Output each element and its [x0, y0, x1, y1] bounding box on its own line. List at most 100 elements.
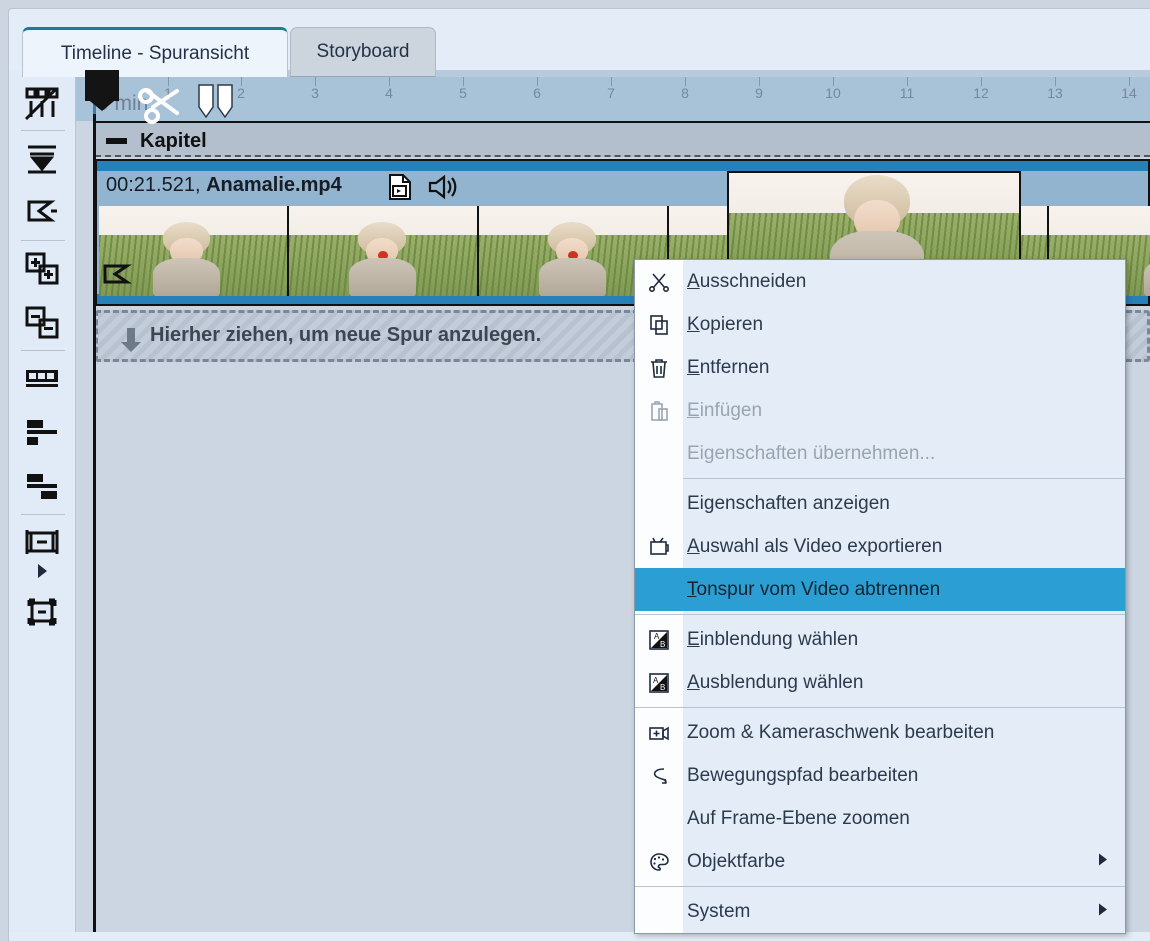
menu-item-label: Ausschneiden: [687, 270, 807, 292]
menu-item-label: Eigenschaften anzeigen: [687, 492, 890, 514]
menu-item-label: Bewegungspfad bearbeiten: [687, 764, 919, 786]
ruler-tick-label: 2: [237, 85, 245, 101]
tool-filmstrip[interactable]: [9, 351, 75, 405]
tab-timeline-label: Timeline - Spuransicht: [60, 42, 250, 64]
ruler-scissors-tool[interactable]: [137, 81, 189, 132]
tool-flag-marker[interactable]: [9, 185, 75, 239]
ruler-tick-label: 4: [385, 85, 393, 101]
fit-width-icon: [22, 522, 62, 562]
tool-zoom-out-tracks[interactable]: [9, 295, 75, 349]
menu-item-label: Eigenschaften übernehmen...: [687, 442, 936, 464]
tab-storyboard-label: Storyboard: [316, 41, 410, 62]
menu-separator: [683, 478, 1125, 479]
context-menu-items: Ausschneiden Kopieren Entfernen Einfügen…: [635, 260, 1125, 933]
fit-all-icon: [22, 592, 62, 632]
left-toolbar: [9, 70, 76, 932]
ruler-tick-label: 10: [825, 85, 841, 101]
paste-icon: [635, 389, 683, 432]
no-icon: [635, 482, 683, 525]
menu-item-label: Einfügen: [687, 399, 763, 421]
tab-storyboard[interactable]: Storyboard: [290, 27, 436, 77]
menu-item-label: Objektfarbe: [687, 850, 786, 872]
menu-item-eigenschaften-uebernehmen: Eigenschaften übernehmen...: [635, 432, 1125, 475]
clip-filename: Anamalie.mp4: [206, 174, 342, 196]
insert-down-icon: [22, 138, 62, 178]
playhead-handle[interactable]: [85, 70, 119, 111]
zoom-in-tracks-icon: [22, 248, 62, 288]
tool-split-all-tracks[interactable]: [9, 76, 75, 130]
menu-item-bewegungspfad-bearbeiten[interactable]: Bewegungspfad bearbeiten: [635, 754, 1125, 797]
menu-separator: [635, 614, 1125, 615]
menu-item-kopieren[interactable]: Kopieren: [635, 303, 1125, 346]
ruler-tick-label: 3: [311, 85, 319, 101]
menu-item-zoom-kameraschwenk-bearbeiten[interactable]: Zoom & Kameraschwenk bearbeiten: [635, 711, 1125, 754]
speaker-icon[interactable]: [426, 173, 458, 206]
menu-item-label: Auswahl als Video exportieren: [687, 535, 943, 557]
tool-insert-down[interactable]: [9, 131, 75, 185]
arrow-down-icon: [120, 326, 142, 359]
ruler-tick-label: 12: [973, 85, 989, 101]
video-file-icon[interactable]: [387, 173, 413, 206]
tool-fit-all[interactable]: [9, 585, 75, 639]
align-left-icon: [22, 412, 62, 452]
trash-icon: [635, 346, 683, 389]
ruler-tick-label: 13: [1047, 85, 1063, 101]
clip-timecode: 00:21.521,: [106, 174, 201, 196]
chapter-row[interactable]: Kapitel: [95, 121, 1150, 157]
menu-item-einfuegen: Einfügen: [635, 389, 1125, 432]
menu-item-label: Entfernen: [687, 356, 770, 378]
svg-text:B: B: [660, 683, 665, 692]
menu-item-eigenschaften-anzeigen[interactable]: Eigenschaften anzeigen: [635, 482, 1125, 525]
chapter-label: Kapitel: [140, 130, 207, 152]
ruler-tick-label: 11: [899, 85, 915, 101]
menu-item-label: Zoom & Kameraschwenk bearbeiten: [687, 721, 995, 743]
filmstrip-icon: [22, 358, 62, 398]
ruler-tick-label: 9: [755, 85, 763, 101]
ruler-tick-label: 6: [533, 85, 541, 101]
motion-path-icon: [635, 754, 683, 797]
tab-timeline[interactable]: Timeline - Spuransicht: [22, 27, 288, 77]
menu-item-label: Tonspur vom Video abtrennen: [687, 578, 941, 600]
tool-expand-arrow[interactable]: [9, 558, 75, 584]
chevron-right-icon: [1097, 852, 1109, 871]
fade-marker-icon[interactable]: [103, 263, 133, 292]
no-icon: [635, 797, 683, 840]
ruler-tick-label: 8: [681, 85, 689, 101]
menu-item-auswahl-als-video-exportieren[interactable]: Auswahl als Video exportieren: [635, 525, 1125, 568]
menu-item-einblendung-waehlen[interactable]: A B Einblendung wählen: [635, 618, 1125, 661]
ruler-tick-label: 5: [459, 85, 467, 101]
tv-icon: [635, 525, 683, 568]
clip-header: 00:21.521, Anamalie.mp4: [106, 174, 342, 197]
fade-out-icon: A B: [635, 661, 683, 704]
zoom-out-tracks-icon: [22, 302, 62, 342]
svg-text:A: A: [653, 676, 659, 685]
chevron-right-icon: [33, 562, 51, 580]
menu-item-system[interactable]: System: [635, 890, 1125, 933]
menu-item-label: Einblendung wählen: [687, 628, 859, 650]
app-root: Timeline - Spuransicht Storyboard 1 2 3 …: [0, 0, 1150, 941]
menu-item-ausblendung-waehlen[interactable]: A B Ausblendung wählen: [635, 661, 1125, 704]
menu-item-label: Auf Frame-Ebene zoomen: [687, 807, 910, 829]
menu-item-objektfarbe[interactable]: Objektfarbe: [635, 840, 1125, 883]
tool-zoom-in-tracks[interactable]: [9, 241, 75, 295]
context-menu: Ausschneiden Kopieren Entfernen Einfügen…: [634, 259, 1126, 934]
menu-item-auf-frame-ebene-zoomen[interactable]: Auf Frame-Ebene zoomen: [635, 797, 1125, 840]
ruler-split-tool[interactable]: [194, 82, 238, 127]
tool-align-right[interactable]: [9, 459, 75, 513]
filmstrip-frame[interactable]: [289, 206, 479, 296]
menu-item-ausschneiden[interactable]: Ausschneiden: [635, 260, 1125, 303]
minus-icon[interactable]: [106, 138, 127, 144]
menu-item-entfernen[interactable]: Entfernen: [635, 346, 1125, 389]
menu-item-tonspur-vom-video-abtrennen[interactable]: Tonspur vom Video abtrennen: [635, 568, 1125, 611]
align-right-icon: [22, 466, 62, 506]
scissors-icon: [137, 88, 189, 131]
tab-bar: Timeline - Spuransicht Storyboard: [9, 9, 1150, 77]
tool-align-left[interactable]: [9, 405, 75, 459]
chevron-right-icon: [1097, 902, 1109, 921]
flag-marker-icon: [22, 192, 62, 232]
ruler-tick-label: 14: [1121, 85, 1137, 101]
pan-zoom-icon: [635, 711, 683, 754]
fade-in-icon: A B: [635, 618, 683, 661]
menu-separator: [635, 707, 1125, 708]
split-clip-icon: [194, 84, 238, 126]
